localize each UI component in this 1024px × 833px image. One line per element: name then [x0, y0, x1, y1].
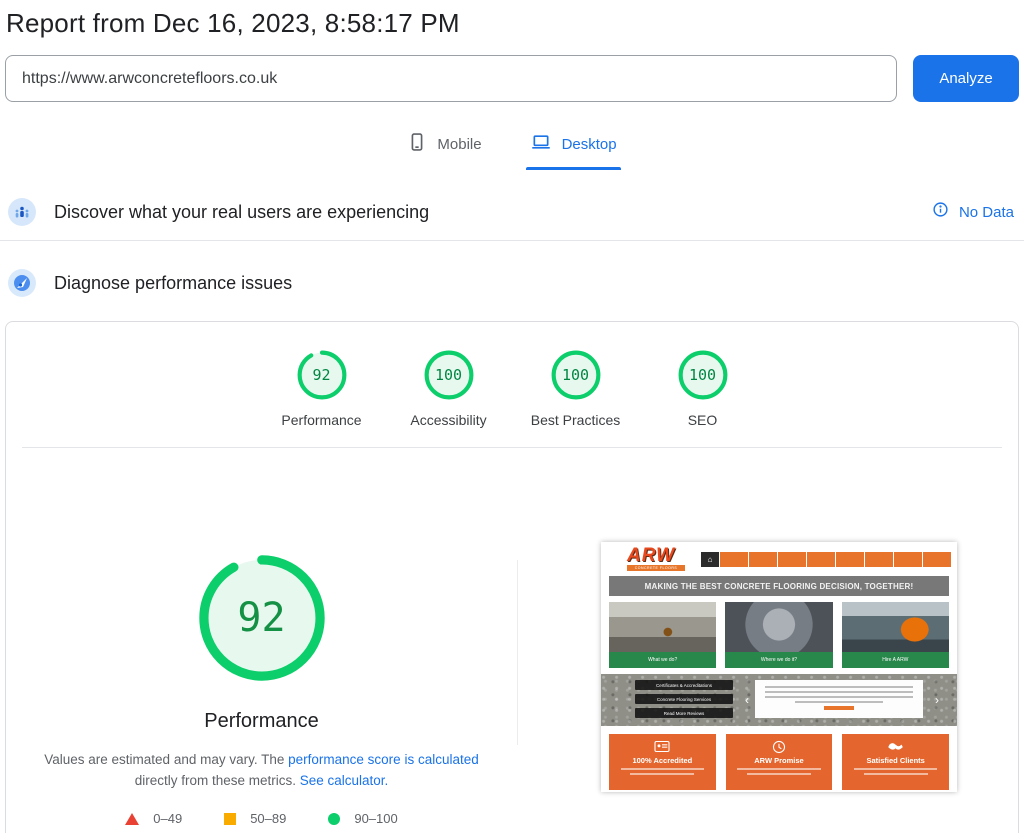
tab-active-underline — [526, 167, 621, 170]
performance-score-value: 92 — [196, 552, 328, 684]
performance-score-link[interactable]: performance score is calculated — [288, 752, 479, 767]
device-tabs: Mobile Desktop — [0, 130, 1024, 170]
nav-item — [836, 552, 864, 567]
field-data-section-header: Discover what your real users are experi… — [0, 188, 1024, 241]
photo-worker — [842, 602, 949, 652]
site-logo: ARW CONCRETE FLOORS — [627, 547, 685, 571]
clock-icon — [726, 739, 833, 754]
handshake-icon — [842, 739, 949, 754]
photo-caption: What we do? — [609, 652, 716, 668]
feature-title: Satisfied Clients — [842, 756, 949, 765]
url-input[interactable] — [5, 55, 897, 102]
site-banner: MAKING THE BEST CONCRETE FLOORING DECISI… — [609, 576, 949, 596]
photo-mixer — [725, 602, 832, 652]
nav-item — [894, 552, 922, 567]
score-best-practices[interactable]: 100 Best Practices — [512, 349, 639, 428]
score-performance[interactable]: 92 Performance — [258, 349, 385, 428]
disclaimer-prefix: Values are estimated and may vary. The — [44, 752, 284, 767]
site-photo-cards: What we do? Where we do it? Hire A ARW — [609, 602, 949, 668]
legend-range: 0–49 — [153, 811, 182, 826]
feature-title: 100% Accredited — [609, 756, 716, 765]
nav-item — [807, 552, 835, 567]
url-bar: Analyze — [5, 55, 1019, 102]
performance-gauge-label: Performance — [204, 710, 319, 733]
lab-data-title: Diagnose performance issues — [54, 273, 292, 294]
pass-circle-icon — [328, 813, 340, 825]
fail-triangle-icon — [125, 813, 139, 825]
tab-desktop[interactable]: Desktop — [526, 130, 621, 170]
carousel-right-arrow: › — [935, 674, 939, 726]
photo-warehouse — [609, 602, 716, 652]
legend-range: 90–100 — [354, 811, 397, 826]
id-card-icon — [609, 739, 716, 754]
no-data-status: No Data — [959, 204, 1014, 221]
report-card: 92 Performance 100 Accessibility 100 — [5, 321, 1019, 833]
photo-card: Hire A ARW — [842, 602, 949, 668]
photo-caption: Where we do it? — [725, 652, 832, 668]
mobile-phone-icon — [407, 132, 427, 157]
tab-underline — [403, 167, 485, 170]
photo-card: What we do? — [609, 602, 716, 668]
feature-clients: Satisfied Clients — [842, 734, 949, 790]
score-value: 100 — [423, 349, 475, 401]
site-nav: ⌂ — [701, 552, 951, 567]
lab-data-section-header: Diagnose performance issues — [0, 259, 1024, 311]
home-icon: ⌂ — [701, 552, 719, 567]
performance-summary: 92 Performance Values are estimated and … — [6, 448, 517, 826]
concrete-button: Concrete Flooring Services — [635, 694, 733, 704]
legend-range: 50–89 — [250, 811, 286, 826]
average-square-icon — [224, 813, 236, 825]
site-concrete-section: Certificates & Accreditations Concrete F… — [601, 674, 957, 726]
testimonial-link — [824, 706, 854, 710]
legend-fail: 0–49 — [125, 811, 182, 826]
score-value: 100 — [550, 349, 602, 401]
page-title: Report from Dec 16, 2023, 8:58:17 PM — [0, 0, 1024, 39]
nav-item — [865, 552, 893, 567]
diagnose-speedometer-icon — [8, 269, 36, 297]
score-value: 92 — [296, 349, 348, 401]
disclaimer-text: Values are estimated and may vary. The p… — [32, 749, 492, 791]
site-logo-text: ARW — [627, 547, 685, 565]
field-data-title: Discover what your real users are experi… — [54, 202, 429, 223]
concrete-buttons: Certificates & Accreditations Concrete F… — [635, 674, 733, 726]
score-label: SEO — [688, 412, 718, 428]
concrete-button: Read More Reviews — [635, 708, 733, 718]
score-legend: 0–49 50–89 90–100 — [113, 811, 409, 826]
real-users-icon — [8, 198, 36, 226]
feature-title: ARW Promise — [726, 756, 833, 765]
tab-desktop-label: Desktop — [562, 136, 617, 153]
category-scores-row: 92 Performance 100 Accessibility 100 — [6, 349, 1018, 428]
score-seo[interactable]: 100 SEO — [639, 349, 766, 428]
info-icon[interactable] — [932, 201, 949, 223]
disclaimer-middle: directly from these metrics. — [135, 773, 296, 788]
score-value: 100 — [677, 349, 729, 401]
photo-caption: Hire A ARW — [842, 652, 949, 668]
site-header: ARW CONCRETE FLOORS ⌂ — [601, 542, 957, 576]
feature-promise: ARW Promise — [726, 734, 833, 790]
score-label: Best Practices — [531, 412, 620, 428]
nav-item — [923, 552, 951, 567]
testimonial-card — [755, 680, 923, 718]
nav-item — [720, 552, 748, 567]
score-label: Performance — [281, 412, 361, 428]
analyze-button[interactable]: Analyze — [913, 55, 1019, 102]
legend-pass: 90–100 — [328, 811, 397, 826]
see-calculator-link[interactable]: See calculator. — [300, 773, 389, 788]
site-screenshot-thumbnail: ARW CONCRETE FLOORS ⌂ — [601, 542, 957, 792]
tab-mobile[interactable]: Mobile — [403, 130, 485, 170]
nav-item — [778, 552, 806, 567]
desktop-laptop-icon — [530, 132, 552, 157]
score-label: Accessibility — [410, 412, 486, 428]
feature-accredited: 100% Accredited — [609, 734, 716, 790]
tab-mobile-label: Mobile — [437, 136, 481, 153]
nav-item — [749, 552, 777, 567]
performance-gauge: 92 — [196, 552, 328, 684]
site-feature-cards: 100% Accredited ARW Promise — [609, 734, 949, 790]
concrete-button: Certificates & Accreditations — [635, 680, 733, 690]
carousel-left-arrow: ‹ — [745, 674, 749, 726]
photo-card: Where we do it? — [725, 602, 832, 668]
score-accessibility[interactable]: 100 Accessibility — [385, 349, 512, 428]
site-logo-subtext: CONCRETE FLOORS — [627, 565, 685, 571]
legend-average: 50–89 — [224, 811, 286, 826]
